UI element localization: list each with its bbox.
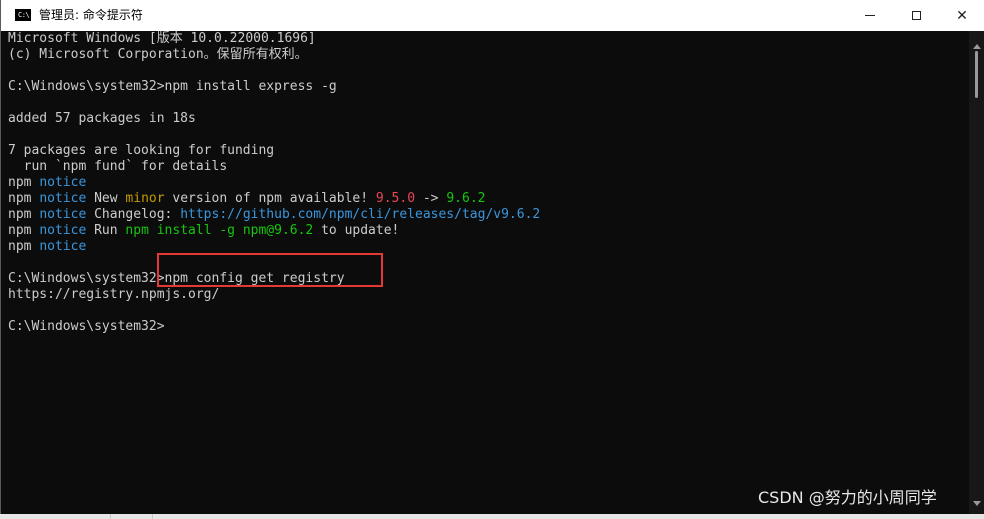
close-button[interactable]: ✕ (939, 0, 984, 31)
window-title: 管理员: 命令提示符 (39, 8, 143, 22)
console-line: C:\Windows\system32>npm install express … (8, 79, 969, 95)
scroll-up-arrow-icon[interactable] (973, 44, 981, 49)
console-line: C:\Windows\system32> (8, 319, 969, 335)
console-segment: New (86, 191, 126, 206)
maximize-icon (911, 11, 921, 20)
console-segment: notice (39, 207, 87, 222)
minimize-icon (865, 15, 875, 16)
vertical-scrollbar[interactable] (969, 31, 984, 514)
console-line: npm notice Run npm install -g npm@9.6.2 … (8, 223, 969, 239)
scroll-down-arrow-icon[interactable] (973, 501, 981, 506)
console-line: (c) Microsoft Corporation。保留所有权利。 (8, 47, 969, 63)
console-line: Microsoft Windows [版本 10.0.22000.1696] (8, 31, 969, 47)
console-segment: notice (39, 223, 87, 238)
console-segment: C:\Windows\system32>npm config get regis… (8, 271, 345, 286)
maximize-button[interactable] (893, 0, 939, 31)
scroll-thumb[interactable] (975, 51, 978, 98)
command-prompt-window: C:\ 管理员: 命令提示符 ✕ Microsoft Windows [版本 1… (0, 0, 984, 514)
console-segment: C:\Windows\system32> (8, 319, 165, 334)
console-segment: 9.6.2 (446, 191, 486, 206)
console-segment: 7 packages are looking for funding (8, 143, 275, 158)
console-segment: https://github.com/npm/cli/releases/tag/… (180, 207, 541, 222)
console-segment: to update! (313, 223, 400, 238)
title-bar[interactable]: C:\ 管理员: 命令提示符 ✕ (1, 0, 984, 31)
console-segment: npm install -g npm@9.6.2 (125, 223, 314, 238)
console-segment: -> (415, 191, 447, 206)
console-segment: npm (8, 175, 40, 190)
console-segment: (c) Microsoft Corporation。保留所有权利。 (8, 47, 308, 62)
console-segment: added 57 packages in 18s (8, 111, 196, 126)
console-segment: minor (125, 191, 165, 206)
console-line: 7 packages are looking for funding (8, 143, 969, 159)
console-segment: notice (39, 175, 87, 190)
console-line: C:\Windows\system32>npm config get regis… (8, 271, 969, 287)
console-line: npm notice (8, 239, 969, 255)
console-line: npm notice Changelog: https://github.com… (8, 207, 969, 223)
minimize-button[interactable] (847, 0, 893, 31)
console-line: npm notice New minor version of npm avai… (8, 191, 969, 207)
console-line: npm notice (8, 175, 969, 191)
console-segment: version of npm available! (164, 191, 376, 206)
cmd-app-icon[interactable]: C:\ (15, 9, 31, 21)
console-segment: https://registry.npmjs.org/ (8, 287, 220, 302)
console-text: Microsoft Windows [版本 10.0.22000.1696] (c… (1, 31, 969, 335)
cmd-icon-text: C:\ (18, 11, 30, 19)
console-segment: Run (86, 223, 126, 238)
watermark-text: CSDN @努力的小周同学 (758, 488, 937, 507)
console-line: run `npm fund` for details (8, 159, 969, 175)
console-output[interactable]: Microsoft Windows [版本 10.0.22000.1696] (c… (1, 31, 969, 514)
console-line: added 57 packages in 18s (8, 111, 969, 127)
console-segment: C:\Windows\system32>npm install express … (8, 79, 337, 94)
console-segment: notice (39, 239, 87, 254)
console-segment: Changelog: (86, 207, 181, 222)
console-segment: run `npm fund` for details (8, 159, 228, 174)
console-segment: Microsoft Windows [版本 10.0.22000.1696] (8, 31, 316, 46)
console-segment: npm (8, 239, 40, 254)
console-segment: 9.5.0 (375, 191, 416, 206)
console-segment: notice (39, 191, 87, 206)
console-segment: npm (8, 191, 40, 206)
close-icon: ✕ (956, 7, 968, 24)
console-segment: npm (8, 223, 40, 238)
console-line: https://registry.npmjs.org/ (8, 287, 969, 303)
console-segment: npm (8, 207, 40, 222)
